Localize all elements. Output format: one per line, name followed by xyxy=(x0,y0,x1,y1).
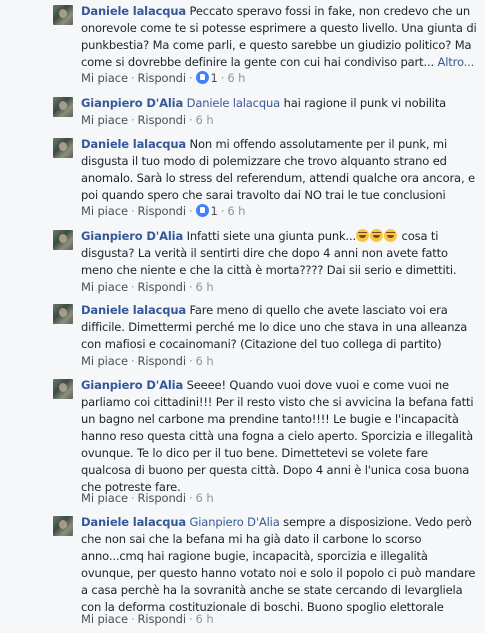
comment-actions: Mi piace · Rispondi · 6 h xyxy=(81,113,214,127)
reply-button[interactable]: Rispondi xyxy=(137,612,186,626)
like-button[interactable]: Mi piace xyxy=(81,354,128,368)
timestamp[interactable]: 6 h xyxy=(196,280,214,294)
timestamp[interactable]: 6 h xyxy=(196,113,214,127)
comment-actions: Mi piace · Rispondi · 6 h xyxy=(81,612,214,626)
comment-text: Seeee! Quando vuoi dove vuoi e come vuoi… xyxy=(81,378,474,494)
separator: · xyxy=(188,71,193,85)
comment-author[interactable]: Daniele lalacqua xyxy=(81,515,186,529)
comment-body: Gianpiero D'Alia Infatti siete una giunt… xyxy=(81,228,481,279)
mention-link[interactable]: Gianpiero D'Alia xyxy=(190,515,280,529)
avatar[interactable] xyxy=(53,516,73,536)
avatar[interactable] xyxy=(53,304,73,324)
separator: · xyxy=(188,280,193,294)
timestamp[interactable]: 6 h xyxy=(196,354,214,368)
separator: · xyxy=(188,204,193,218)
comment-actions: Mi piace · Rispondi · 1 · 6 h xyxy=(81,71,245,85)
timestamp[interactable]: 6 h xyxy=(196,491,214,505)
avatar[interactable] xyxy=(53,379,73,399)
comment-author[interactable]: Daniele lalacqua xyxy=(81,303,186,317)
like-button[interactable]: Mi piace xyxy=(81,491,128,505)
face-with-tears-of-joy-icon xyxy=(370,229,384,242)
comment-author[interactable]: Daniele lalacqua xyxy=(81,4,186,18)
reply-button[interactable]: Rispondi xyxy=(137,71,186,85)
comment-actions: Mi piace · Rispondi · 6 h xyxy=(81,491,214,505)
comment-actions: Mi piace · Rispondi · 6 h xyxy=(81,354,214,368)
avatar[interactable] xyxy=(53,230,73,250)
separator: · xyxy=(220,71,225,85)
separator: · xyxy=(188,354,193,368)
comment-author[interactable]: Gianpiero D'Alia xyxy=(81,378,183,392)
timestamp[interactable]: 6 h xyxy=(227,71,245,85)
comment-body: Daniele lalacqua Non mi offendo assoluta… xyxy=(81,136,481,204)
separator: · xyxy=(188,612,193,626)
separator: · xyxy=(188,113,193,127)
like-button[interactable]: Mi piace xyxy=(81,71,128,85)
separator: · xyxy=(188,491,193,505)
mention-link[interactable]: Daniele lalacqua xyxy=(187,96,281,110)
like-count[interactable]: 1 xyxy=(211,71,218,85)
avatar[interactable] xyxy=(53,5,73,25)
comment-author[interactable]: Gianpiero D'Alia xyxy=(81,229,183,243)
reply-button[interactable]: Rispondi xyxy=(137,280,186,294)
comment-author[interactable]: Daniele lalacqua xyxy=(81,137,186,151)
comment-actions: Mi piace · Rispondi · 6 h xyxy=(81,280,214,294)
comment-text-before: Infatti siete una giunta punk... xyxy=(186,229,357,243)
like-button[interactable]: Mi piace xyxy=(81,280,128,294)
separator: · xyxy=(220,204,225,218)
comment-body: Gianpiero D'Alia Daniele lalacqua hai ra… xyxy=(81,95,481,112)
comment-body: Daniele lalacqua Gianpiero D'Alia sempre… xyxy=(81,514,481,616)
like-button[interactable]: Mi piace xyxy=(81,113,128,127)
thumbs-up-icon[interactable] xyxy=(195,204,209,217)
comment-text: sempre a disposizione. Vedo però che non… xyxy=(81,515,476,614)
see-more-link[interactable]: Altro... xyxy=(438,55,475,69)
comment-actions: Mi piace · Rispondi · 1 · 6 h xyxy=(81,204,245,218)
like-button[interactable]: Mi piace xyxy=(81,612,128,626)
comment-body: Daniele lalacqua Peccato speravo fossi i… xyxy=(81,3,481,71)
face-with-tears-of-joy-icon xyxy=(356,229,370,242)
avatar[interactable] xyxy=(53,138,73,158)
thumbs-up-icon[interactable] xyxy=(195,71,209,84)
comment-text: hai ragione il punk vi nobilita xyxy=(283,96,447,110)
comment-author[interactable]: Gianpiero D'Alia xyxy=(81,96,183,110)
reply-button[interactable]: Rispondi xyxy=(137,204,186,218)
comment-body: Gianpiero D'Alia Seeee! Quando vuoi dove… xyxy=(81,377,481,496)
comment-body: Daniele lalacqua Fare meno di quello che… xyxy=(81,302,481,353)
reply-button[interactable]: Rispondi xyxy=(137,491,186,505)
reply-button[interactable]: Rispondi xyxy=(137,113,186,127)
avatar[interactable] xyxy=(53,97,73,117)
like-button[interactable]: Mi piace xyxy=(81,204,128,218)
timestamp[interactable]: 6 h xyxy=(227,204,245,218)
like-count[interactable]: 1 xyxy=(211,204,218,218)
reply-button[interactable]: Rispondi xyxy=(137,354,186,368)
face-with-tears-of-joy-icon xyxy=(384,229,398,242)
timestamp[interactable]: 6 h xyxy=(196,612,214,626)
